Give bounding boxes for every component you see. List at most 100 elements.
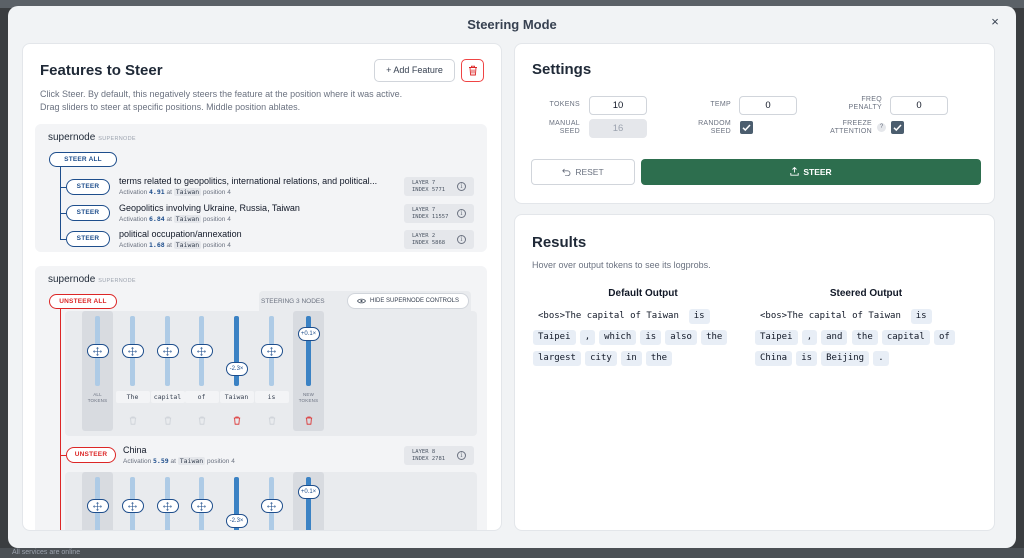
- eye-icon: [357, 298, 366, 304]
- output-token[interactable]: of: [934, 330, 955, 345]
- output-token[interactable]: .: [873, 351, 889, 366]
- feature-steer-button[interactable]: STEER: [66, 179, 110, 195]
- slider-knob[interactable]: [121, 499, 144, 513]
- delete-all-button[interactable]: [461, 59, 484, 82]
- tokens-input[interactable]: 10: [589, 96, 647, 115]
- output-token[interactable]: is: [796, 351, 818, 366]
- trash-icon[interactable]: [129, 412, 137, 425]
- supernode-title: supernode SUPERNODE: [48, 132, 136, 143]
- slider-knob[interactable]: [190, 499, 213, 513]
- slider-knob[interactable]: [86, 499, 109, 513]
- move-icon: [163, 347, 172, 356]
- info-icon[interactable]: i: [457, 451, 466, 460]
- output-token[interactable]: also: [665, 330, 697, 345]
- slider-knob[interactable]: -2.3×: [225, 361, 248, 376]
- move-icon: [93, 502, 102, 511]
- output-token[interactable]: capital: [881, 330, 930, 345]
- info-icon[interactable]: i: [457, 235, 466, 244]
- output-token[interactable]: ,: [579, 330, 596, 345]
- slider-knob[interactable]: +0.1×: [297, 484, 320, 499]
- output-token[interactable]: China: [755, 351, 793, 366]
- output-token[interactable]: which: [599, 330, 637, 345]
- output-token[interactable]: is: [910, 309, 932, 324]
- move-icon: [267, 347, 276, 356]
- results-panel: Results Hover over output tokens to see …: [514, 214, 995, 531]
- slider-knob[interactable]: [190, 344, 213, 358]
- freq-penalty-input[interactable]: 0: [890, 96, 948, 115]
- trash-icon[interactable]: [164, 412, 172, 425]
- output-token[interactable]: the: [851, 330, 878, 345]
- move-icon: [197, 502, 206, 511]
- temp-input[interactable]: 0: [739, 96, 797, 115]
- supernode-group-1: supernode SUPERNODE STEER ALL STEER terms…: [35, 124, 487, 252]
- move-icon: [267, 502, 276, 511]
- trash-icon[interactable]: [268, 412, 276, 425]
- slider-knob[interactable]: [121, 344, 144, 358]
- tree-line: [60, 309, 61, 530]
- slider-track[interactable]: [234, 316, 239, 386]
- trash-icon[interactable]: [198, 412, 206, 425]
- feature-title: political occupation/annexation: [119, 229, 242, 239]
- steer-icon: [790, 166, 799, 176]
- slider-knob[interactable]: [156, 344, 179, 358]
- slider-panel: -2.3× +0.1×: [65, 472, 477, 530]
- slider-knob[interactable]: +0.1×: [297, 326, 320, 341]
- add-feature-button[interactable]: + Add Feature: [374, 59, 455, 82]
- output-token[interactable]: and: [821, 330, 848, 345]
- output-token[interactable]: is: [688, 309, 710, 324]
- feature-activation: Activation 1.68 at Taiwan position 4: [119, 241, 231, 249]
- features-title: Features to Steer: [40, 62, 163, 79]
- freeze-attention-checkbox[interactable]: [891, 121, 904, 134]
- output-token[interactable]: Taipei: [755, 330, 798, 345]
- supernode-title: supernode SUPERNODE: [48, 274, 136, 285]
- prompt-text: <bos>The capital of Taiwan: [760, 311, 901, 321]
- reset-button[interactable]: RESET: [531, 159, 635, 185]
- output-token[interactable]: ,: [801, 330, 818, 345]
- steering-count-label: STEERING 3 NODES: [261, 298, 325, 305]
- trash-icon[interactable]: [233, 412, 241, 425]
- output-token[interactable]: Taipei: [533, 330, 576, 345]
- steer-button[interactable]: STEER: [641, 159, 981, 185]
- hide-supernode-controls-button[interactable]: HIDE SUPERNODE CONTROLS: [347, 293, 469, 309]
- features-description-2: Drag sliders to steer at specific positi…: [40, 102, 301, 112]
- token-chip: The: [115, 391, 150, 403]
- help-icon[interactable]: ?: [877, 123, 886, 132]
- move-icon: [93, 347, 102, 356]
- random-seed-label: RANDOM SEED: [698, 120, 731, 135]
- info-icon[interactable]: i: [457, 182, 466, 191]
- slider-knob[interactable]: [260, 344, 283, 358]
- manual-seed-label: MANUAL SEED: [549, 120, 580, 135]
- feature-steer-button[interactable]: STEER: [66, 205, 110, 221]
- temp-label: TEMP: [710, 101, 731, 108]
- prompt-text: <bos>The capital of Taiwan: [538, 311, 679, 321]
- info-icon[interactable]: i: [457, 209, 466, 218]
- manual-seed-input[interactable]: 16: [589, 119, 647, 138]
- tokens-label: TOKENS: [549, 101, 580, 108]
- token-chip: capital: [150, 391, 185, 403]
- slider-knob[interactable]: [156, 499, 179, 513]
- trash-icon[interactable]: [305, 412, 313, 425]
- output-token[interactable]: Beijing: [821, 351, 870, 366]
- output-token[interactable]: the: [645, 351, 673, 366]
- output-token[interactable]: in: [620, 351, 642, 366]
- slider-knob[interactable]: -2.3×: [225, 513, 248, 528]
- check-icon: [893, 124, 902, 132]
- feature-unsteer-button[interactable]: UNSTEER: [66, 447, 116, 463]
- random-seed-checkbox[interactable]: [740, 121, 753, 134]
- results-hint: Hover over output tokens to see its logp…: [532, 260, 711, 270]
- output-token[interactable]: is: [640, 330, 662, 345]
- output-token[interactable]: the: [701, 330, 728, 345]
- slider-panel: ALL TOKENS The capital of -2.3× Taiwan is +0.1× N…: [65, 311, 477, 436]
- move-icon: [163, 502, 172, 511]
- supernode-group-2: supernode SUPERNODE UNSTEER ALL STEERING …: [35, 266, 487, 530]
- steer-all-button[interactable]: STEER ALL: [49, 152, 117, 167]
- slider-knob[interactable]: [86, 344, 109, 358]
- output-token[interactable]: city: [585, 351, 617, 366]
- unsteer-all-button[interactable]: UNSTEER ALL: [49, 294, 117, 309]
- move-icon: [128, 347, 137, 356]
- feature-steer-button[interactable]: STEER: [66, 231, 110, 247]
- output-token[interactable]: largest: [533, 351, 581, 366]
- token-chip: is: [254, 391, 289, 403]
- slider-knob[interactable]: [260, 499, 283, 513]
- close-icon[interactable]: ×: [988, 15, 1002, 29]
